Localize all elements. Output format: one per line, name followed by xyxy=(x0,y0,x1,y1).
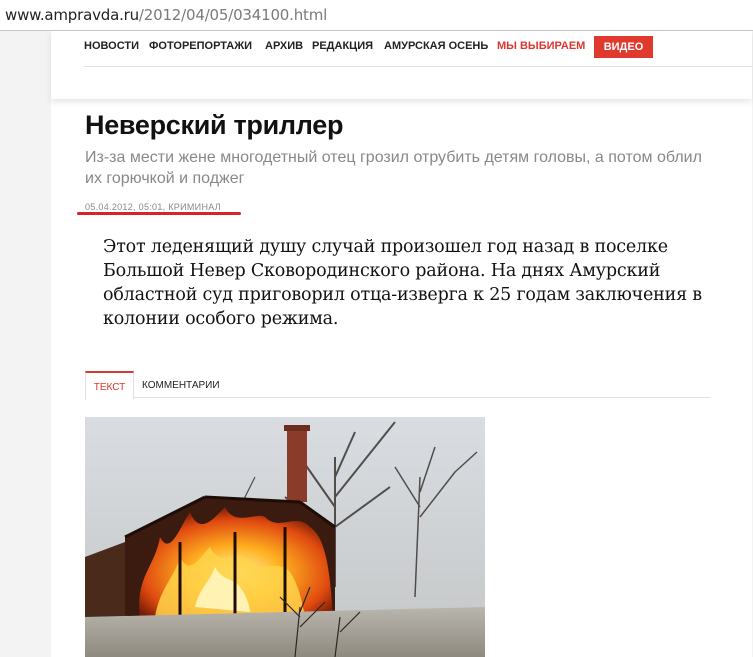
address-bar[interactable]: www.ampravda.ru/2012/04/05/034100.html xyxy=(0,0,753,31)
article-subtitle: Из-за мести жене многодетный отец грозил… xyxy=(85,149,702,187)
tab-text[interactable]: ТЕКСТ xyxy=(85,371,134,400)
nav-item-editorial[interactable]: РЕДАКЦИЯ xyxy=(312,40,373,52)
page: НОВОСТИ ФОТОРЕПОРТАЖИ АРХИВ РЕДАКЦИЯ АМУ… xyxy=(51,31,752,657)
article-title: Неверский триллер xyxy=(85,110,344,140)
nav-item-photo-reports[interactable]: ФОТОРЕПОРТАЖИ xyxy=(149,40,252,52)
nav-item-news[interactable]: НОВОСТИ xyxy=(84,40,139,52)
url-text[interactable]: www.ampravda.ru/2012/04/05/034100.html xyxy=(5,6,327,24)
url-path: /2012/04/05/034100.html xyxy=(138,6,328,24)
top-navigation: НОВОСТИ ФОТОРЕПОРТАЖИ АРХИВ РЕДАКЦИЯ АМУ… xyxy=(51,31,752,99)
burning-house-image xyxy=(85,417,485,657)
nav-item-amur-autumn[interactable]: АМУРСКАЯ ОСЕНЬ xyxy=(384,40,488,52)
url-domain: www.ampravda.ru xyxy=(5,6,139,24)
article-photo xyxy=(85,417,485,657)
tab-comments[interactable]: КОММЕНТАРИИ xyxy=(142,371,220,398)
article-lead: Этот леденящий душу случай произошел год… xyxy=(103,237,702,329)
nav-item-we-choose[interactable]: МЫ ВЫБИРАЕМ xyxy=(497,40,585,52)
article-meta[interactable]: 05.04.2012, 05:01, КРИМИНАЛ xyxy=(85,202,221,212)
nav-item-archive[interactable]: АРХИВ xyxy=(265,40,303,52)
video-button[interactable]: ВИДЕО xyxy=(594,36,653,58)
nav-divider xyxy=(84,66,752,67)
annotation-underline xyxy=(77,212,241,215)
